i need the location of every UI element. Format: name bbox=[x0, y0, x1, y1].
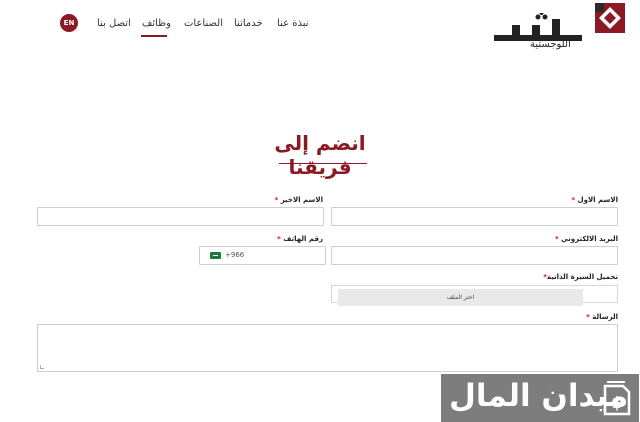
required-mark: * bbox=[571, 196, 576, 204]
phone-input[interactable]: +966 bbox=[199, 246, 326, 265]
required-mark: * bbox=[554, 235, 559, 243]
first-name-label: الاسم الاول * bbox=[571, 196, 618, 204]
last-name-label: الاسم الاخير * bbox=[275, 196, 323, 204]
email-label: البريد الالكتروني * bbox=[555, 235, 618, 243]
email-label-text: البريد الالكتروني bbox=[561, 235, 618, 243]
money-tag-icon: $ bbox=[603, 381, 631, 416]
first-name-input[interactable] bbox=[331, 207, 618, 226]
nav-contact[interactable]: اتصل بنا bbox=[97, 18, 131, 34]
cv-upload-field[interactable]: اختر الملف bbox=[331, 285, 618, 306]
message-label: الرسالة * bbox=[586, 313, 618, 321]
svg-text:$: $ bbox=[611, 393, 622, 412]
watermark: ميدان المال $ bbox=[441, 374, 639, 422]
phone-country-code: +966 bbox=[225, 251, 245, 259]
required-mark: * bbox=[274, 196, 279, 204]
nav-about[interactable]: نبذة عنا bbox=[277, 18, 309, 34]
nav-industries[interactable]: الصناعات bbox=[184, 18, 223, 34]
site-header: اللوجستية نبذة عنا خدماتنا الصناعات وظائ… bbox=[0, 0, 640, 60]
phone-label: رقم الهاتف * bbox=[277, 235, 323, 243]
cv-label: تحميل السيرة الذاتية* bbox=[543, 273, 618, 281]
phone-label-text: رقم الهاتف bbox=[283, 235, 323, 243]
resize-grip-icon[interactable] bbox=[40, 365, 44, 369]
language-toggle-button[interactable]: EN bbox=[60, 14, 78, 32]
brand-logo[interactable]: اللوجستية bbox=[490, 3, 625, 55]
logo-mark-icon bbox=[595, 3, 625, 33]
title-divider bbox=[279, 163, 367, 164]
nav-careers[interactable]: وظائف bbox=[142, 18, 171, 34]
message-textarea[interactable] bbox=[37, 324, 618, 372]
cv-label-text: تحميل السيرة الذاتية bbox=[546, 273, 618, 281]
saudi-flag-icon[interactable] bbox=[210, 252, 221, 259]
email-input[interactable] bbox=[331, 246, 618, 265]
nav-services[interactable]: خدماتنا bbox=[234, 18, 263, 34]
choose-file-button[interactable]: اختر الملف bbox=[338, 289, 583, 306]
required-mark: * bbox=[586, 313, 590, 321]
last-name-label-text: الاسم الاخير bbox=[280, 196, 323, 204]
brand-tagline: اللوجستية bbox=[530, 39, 571, 50]
required-mark: * bbox=[277, 235, 281, 243]
last-name-input[interactable] bbox=[37, 207, 324, 226]
first-name-label-text: الاسم الاول bbox=[577, 196, 618, 204]
page-title: انضم إلى فريقنا bbox=[274, 131, 366, 179]
message-label-text: الرسالة bbox=[592, 313, 618, 321]
nav-active-underline bbox=[141, 35, 167, 37]
